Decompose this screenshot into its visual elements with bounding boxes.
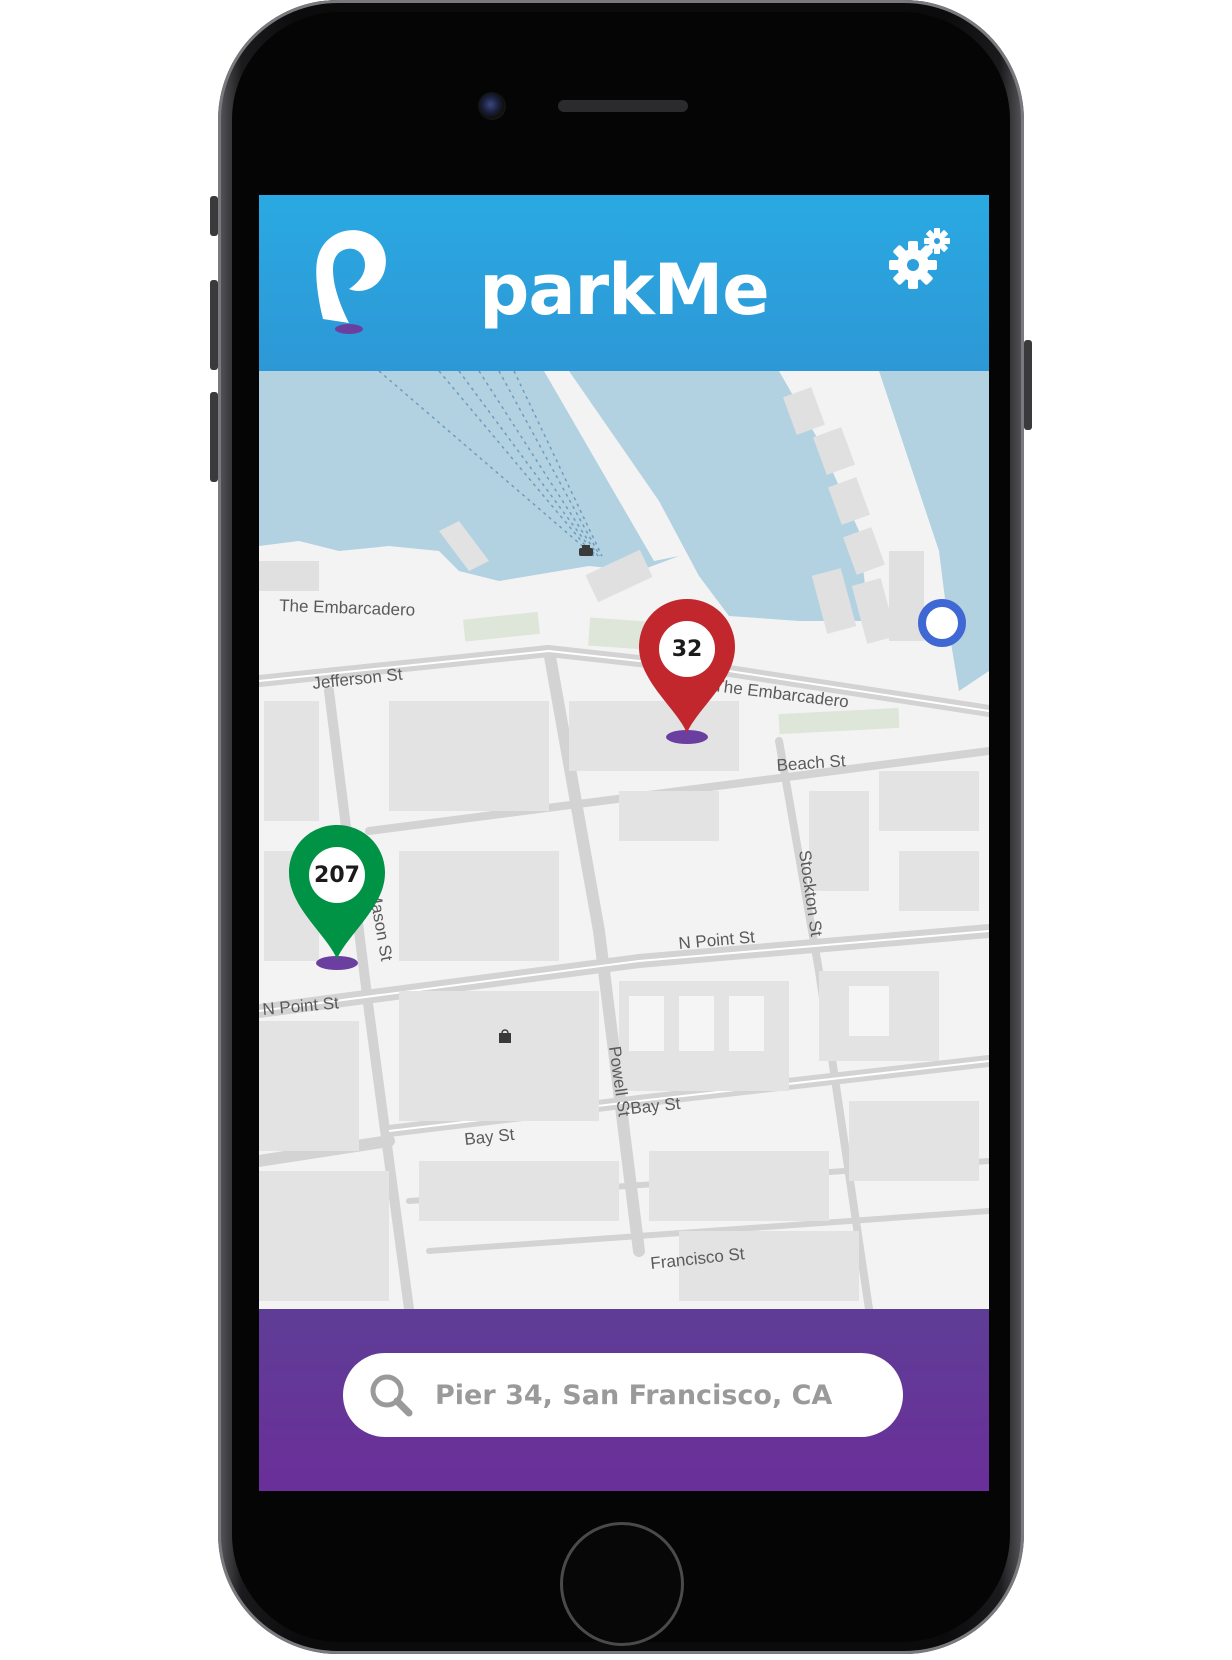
front-camera	[478, 92, 506, 120]
map-pin-red-icon	[639, 599, 735, 744]
app-title: parkMe	[479, 249, 770, 331]
volume-up-button	[210, 280, 218, 370]
search-bar	[259, 1309, 989, 1491]
map-view[interactable]: The Embarcadero Jefferson St The Embarca…	[259, 371, 989, 1309]
parking-pin-green[interactable]: 207	[287, 823, 387, 975]
parking-count-label: 207	[314, 863, 360, 888]
mute-switch	[210, 196, 218, 236]
search-icon[interactable]	[367, 1371, 415, 1419]
gears-icon[interactable]	[883, 225, 955, 297]
search-input[interactable]	[435, 1353, 885, 1437]
app-screen: parkMe The Embarcadero Jefferson St The …	[259, 195, 989, 1491]
parking-pin-red[interactable]: 32	[637, 597, 737, 749]
current-location-icon[interactable]	[918, 599, 966, 647]
map-pin-green-icon	[289, 825, 385, 970]
search-field[interactable]	[343, 1353, 903, 1437]
volume-down-button	[210, 392, 218, 482]
earpiece-speaker	[558, 100, 688, 112]
power-button	[1024, 340, 1032, 430]
app-header: parkMe	[259, 195, 989, 371]
parking-count-label: 32	[671, 637, 703, 662]
home-button[interactable]	[560, 1522, 684, 1646]
